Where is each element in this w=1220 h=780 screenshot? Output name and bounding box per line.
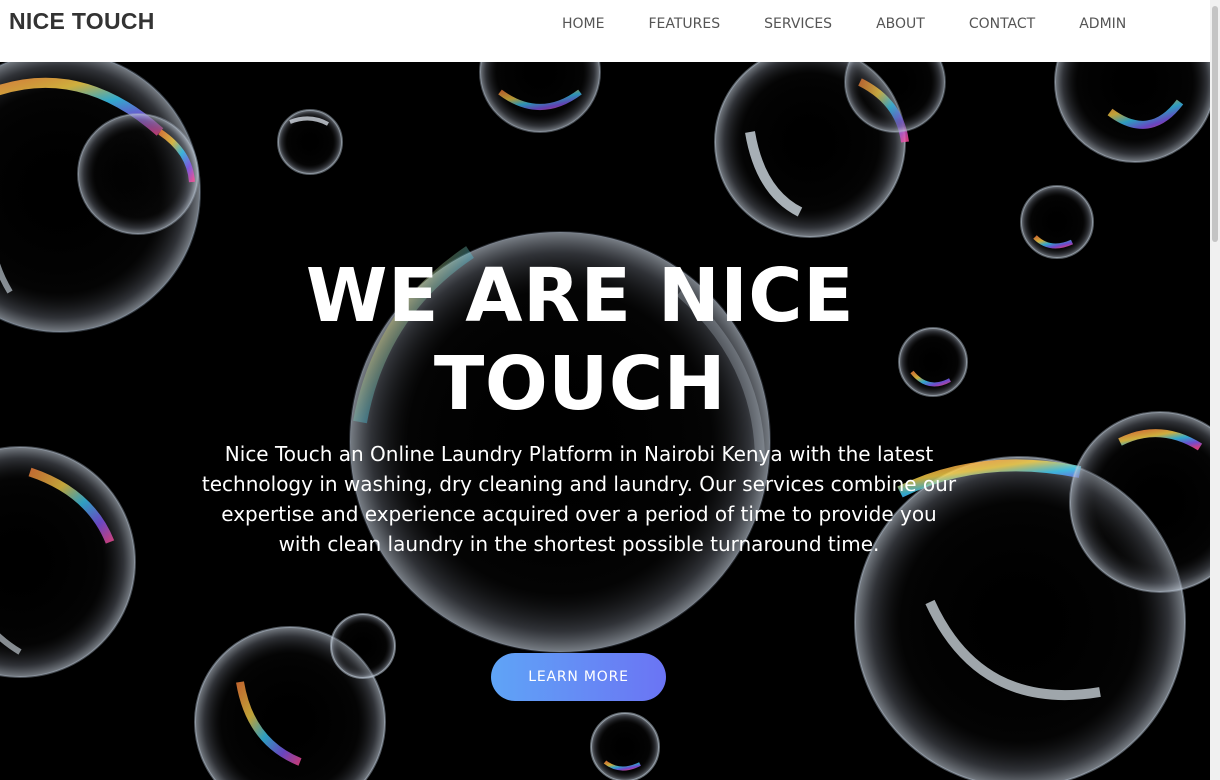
nav-link-features[interactable]: FEATURES (648, 14, 720, 34)
bubble-left-small (77, 113, 199, 235)
learn-more-button[interactable]: LEARN MORE (491, 653, 666, 701)
page: NICE TOUCH HOME FEATURES SERVICES ABOUT … (0, 0, 1220, 780)
nav-item-features: FEATURES (626, 13, 742, 34)
bubble-right-small (1020, 185, 1094, 259)
nav-link-home[interactable]: HOME (562, 14, 604, 34)
nav-link-contact[interactable]: CONTACT (969, 14, 1035, 34)
hero-title: WE ARE NICE TOUCH (200, 252, 960, 428)
scrollbar-thumb[interactable] (1212, 6, 1218, 242)
bubble-left-mid (0, 446, 136, 678)
nav-link-about[interactable]: ABOUT (876, 14, 925, 34)
bubble-bottom-center (590, 712, 660, 780)
bubble-top-right (1054, 62, 1210, 163)
bubble-bottom-left (194, 613, 396, 780)
hero-section: WE ARE NICE TOUCH Nice Touch an Online L… (0, 62, 1210, 780)
hero-title-line-1: WE ARE NICE (305, 253, 855, 339)
hero-description: Nice Touch an Online Laundry Platform in… (201, 442, 957, 556)
nav-item-admin: ADMIN (1057, 13, 1148, 34)
bubble-top-center (479, 62, 601, 133)
bubble-small-top (277, 109, 343, 175)
nav-link-admin[interactable]: ADMIN (1079, 14, 1126, 34)
brand-logo[interactable]: NICE TOUCH (9, 7, 155, 35)
nav-menu: HOME FEATURES SERVICES ABOUT CONTACT ADM… (540, 13, 1148, 34)
nav-item-contact: CONTACT (947, 13, 1057, 34)
vertical-scrollbar[interactable] (1210, 0, 1220, 780)
nav-link-services[interactable]: SERVICES (764, 14, 832, 34)
hero-title-line-2: TOUCH (433, 341, 727, 427)
nav-item-about: ABOUT (854, 13, 947, 34)
nav-item-services: SERVICES (742, 13, 854, 34)
top-navbar: NICE TOUCH HOME FEATURES SERVICES ABOUT … (0, 0, 1210, 62)
nav-item-home: HOME (540, 13, 626, 34)
